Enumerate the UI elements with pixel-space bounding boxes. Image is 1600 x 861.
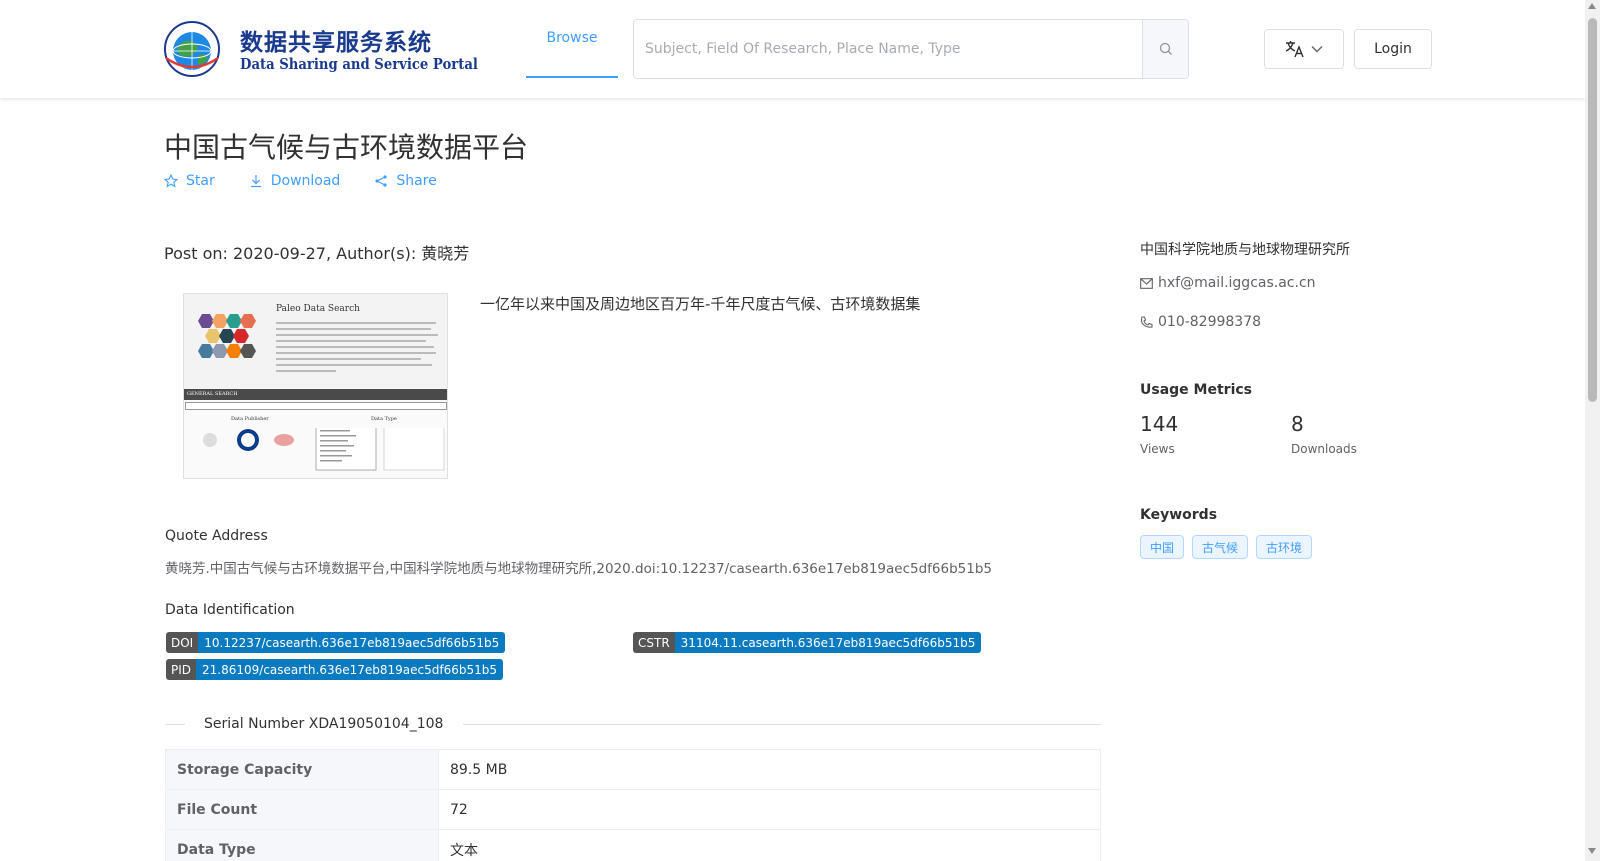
thumbnail-publisher-logos [203, 428, 445, 471]
share-label: Share [396, 173, 437, 189]
serial-divider-left [165, 724, 185, 725]
table-row: Data Type 文本 [165, 829, 1101, 861]
download-button[interactable]: Download [249, 173, 341, 189]
thumbnail-search-field [185, 402, 447, 410]
table-key: Storage Capacity [165, 749, 439, 790]
doi-value: 10.12237/casearth.636e17eb819aec5df66b51… [198, 632, 506, 653]
email-text: hxf@mail.iggcas.ac.cn [1158, 275, 1316, 291]
table-value: 文本 [438, 829, 1101, 861]
nav-browse[interactable]: Browse [526, 0, 618, 78]
logo-title-en: Data Sharing and Service Portal [240, 55, 478, 73]
page-title: 中国古气候与古环境数据平台 [164, 131, 529, 164]
mail-icon [1140, 277, 1153, 289]
doi-key: DOI [166, 632, 199, 653]
keywords-heading: Keywords [1140, 507, 1218, 523]
serial-divider-right [463, 724, 1101, 725]
thumbnail-label-publisher: Data Publisher [231, 416, 269, 422]
contact-email[interactable]: hxf@mail.iggcas.ac.cn [1140, 275, 1316, 291]
globe-logo-icon [164, 21, 220, 77]
doi-badge[interactable]: DOI 10.12237/casearth.636e17eb819aec5df6… [166, 632, 506, 653]
table-row: Storage Capacity 89.5 MB [165, 749, 1101, 790]
views-count: 144 [1140, 412, 1179, 436]
views-metric: 144 Views [1140, 412, 1178, 456]
share-button[interactable]: Share [374, 173, 437, 189]
phone-text: 010-82998378 [1158, 314, 1262, 330]
search-input[interactable] [634, 20, 1142, 78]
dataset-actions: Star Download Share [164, 173, 437, 189]
downloads-metric: 8 Downloads [1291, 412, 1357, 456]
top-header: 数据共享服务系统 Data Sharing and Service Portal… [0, 0, 1585, 98]
post-info: Post on: 2020-09-27, Author(s): 黄晓芳 [164, 244, 470, 263]
cstr-value: 31104.11.casearth.636e17eb819aec5df66b51… [674, 632, 982, 653]
scroll-up-arrow[interactable] [1588, 3, 1596, 9]
table-row: File Count 72 [165, 789, 1101, 830]
thumbnail-bar-label: GENERAL SEARCH [187, 391, 238, 397]
scrollbar-thumb[interactable] [1588, 18, 1597, 402]
logo-title-cn: 数据共享服务系统 [240, 30, 432, 56]
chevron-down-icon [1311, 46, 1323, 53]
login-button[interactable]: Login [1354, 29, 1432, 69]
hexagon-mosaic-icon [198, 314, 256, 358]
dataset-description: 一亿年以来中国及周边地区百万年-千年尺度古气候、古环境数据集 [480, 295, 921, 313]
table-value: 72 [438, 789, 1101, 830]
pid-value: 21.86109/casearth.636e17eb819aec5df66b51… [196, 659, 503, 680]
quote-address-text: 黄晓芳.中国古气候与古环境数据平台,中国科学院地质与地球物理研究所,2020.d… [165, 561, 992, 577]
keyword-tags: 中国 古气候 古环境 [1140, 535, 1313, 559]
site-logo[interactable]: 数据共享服务系统 Data Sharing and Service Portal [152, 18, 478, 80]
table-value: 89.5 MB [438, 749, 1101, 790]
pid-badge[interactable]: PID 21.86109/casearth.636e17eb819aec5df6… [166, 659, 503, 680]
search-icon [1159, 42, 1172, 55]
dataset-info-table: Storage Capacity 89.5 MB File Count 72 D… [165, 749, 1101, 861]
downloads-label: Downloads [1291, 442, 1357, 456]
keyword-tag[interactable]: 中国 [1140, 535, 1185, 559]
views-label: Views [1140, 442, 1175, 456]
cstr-badge[interactable]: CSTR 31104.11.casearth.636e17eb819aec5df… [633, 632, 982, 653]
star-icon [164, 174, 178, 188]
contact-phone: 010-82998378 [1140, 314, 1261, 330]
thumbnail-heading: Paleo Data Search [276, 304, 360, 314]
keyword-tag[interactable]: 古气候 [1192, 535, 1249, 559]
pid-key: PID [166, 659, 197, 680]
page-scrollbar[interactable] [1585, 0, 1600, 861]
search-box [633, 19, 1189, 79]
thumbnail-label-type: Data Type [371, 416, 397, 422]
translate-icon [1285, 41, 1304, 58]
table-key: Data Type [165, 829, 439, 861]
quote-address-label: Quote Address [165, 528, 268, 544]
scroll-down-arrow[interactable] [1588, 848, 1596, 854]
organization-name: 中国科学院地质与地球物理研究所 [1140, 242, 1350, 258]
download-label: Download [270, 173, 341, 189]
table-key: File Count [165, 789, 439, 830]
downloads-count: 8 [1291, 412, 1304, 436]
cstr-key: CSTR [633, 632, 675, 653]
language-switcher[interactable] [1264, 29, 1344, 69]
dataset-thumbnail[interactable]: Paleo Data Search GENERAL SEARCH Data Pu… [183, 293, 448, 479]
download-icon [250, 175, 261, 188]
data-identification-label: Data Identification [165, 602, 295, 618]
thumbnail-text-lines [276, 322, 438, 372]
star-button[interactable]: Star [164, 173, 215, 189]
keyword-tag[interactable]: 古环境 [1256, 535, 1313, 559]
star-label: Star [186, 173, 215, 189]
phone-icon [1140, 315, 1153, 328]
serial-number: Serial Number XDA19050104_108 [204, 716, 444, 732]
search-button[interactable] [1142, 20, 1188, 78]
share-icon [375, 175, 387, 187]
usage-metrics-heading: Usage Metrics [1140, 382, 1252, 398]
